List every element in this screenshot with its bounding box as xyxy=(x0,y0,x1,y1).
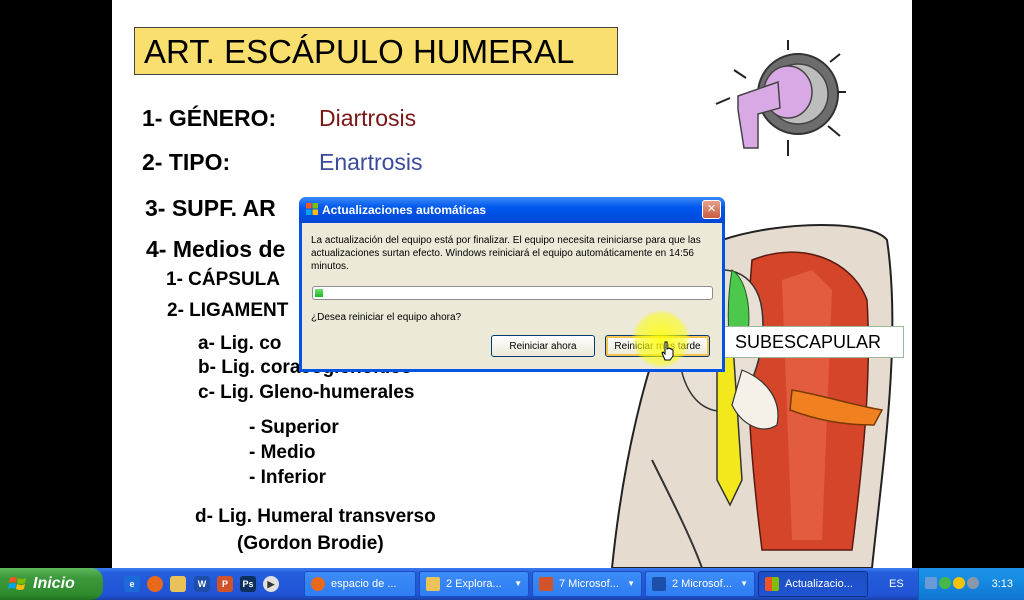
windows-update-icon xyxy=(765,577,779,591)
folder-icon xyxy=(426,577,440,591)
chevron-down-icon: ▼ xyxy=(627,579,635,588)
restart-later-button[interactable]: Reiniciar más tarde xyxy=(605,335,710,357)
photoshop-icon[interactable]: Ps xyxy=(240,576,256,592)
task-explorer[interactable]: 2 Explora... ▼ xyxy=(419,571,529,597)
task-word[interactable]: 2 Microsof... ▼ xyxy=(645,571,755,597)
inferior-label: - Inferior xyxy=(249,467,327,488)
dialog-title: Actualizaciones automáticas xyxy=(322,203,487,217)
clock: 3:13 xyxy=(991,578,1013,590)
firefox-icon xyxy=(311,577,325,591)
task-label: 2 Microsof... xyxy=(672,578,732,590)
tipo-label: 2- TIPO: xyxy=(142,149,231,175)
powerpoint-icon[interactable]: P xyxy=(217,576,233,592)
slide-title: ART. ESCÁPULO HUMERAL xyxy=(134,27,618,75)
task-firefox[interactable]: espacio de ... xyxy=(304,571,416,597)
word-icon[interactable]: W xyxy=(194,576,210,592)
ie-icon[interactable]: e xyxy=(124,576,140,592)
medio-label: - Medio xyxy=(249,442,316,463)
system-tray: 3:13 xyxy=(918,568,1024,600)
task-label: Actualizacio... xyxy=(785,578,853,590)
dialog-body: La actualización del equipo está por fin… xyxy=(302,223,722,369)
powerpoint-icon xyxy=(539,577,553,591)
windows-update-icon xyxy=(306,203,318,215)
antivirus-icon[interactable] xyxy=(939,577,951,589)
superficies-label: 3- SUPF. AR xyxy=(145,195,276,221)
start-label: Inicio xyxy=(33,575,75,592)
joint-diagram xyxy=(715,40,846,156)
subescapular-label: SUBESCAPULAR xyxy=(724,326,904,358)
dialog-message: La actualización del equipo está por fin… xyxy=(311,235,701,272)
hand-cursor-icon xyxy=(661,341,674,361)
task-label: 2 Explora... xyxy=(446,578,502,590)
progress-fill xyxy=(315,289,323,297)
taskbar: Inicio e W P Ps ▶ espacio de ... 2 Explo… xyxy=(0,568,1024,600)
dialog-titlebar[interactable]: Actualizaciones automáticas × xyxy=(299,197,725,223)
lig-d-label: d- Lig. Humeral transverso xyxy=(195,506,436,527)
speaker-icon[interactable] xyxy=(967,577,979,589)
windows-logo-icon xyxy=(8,577,26,590)
restart-now-button[interactable]: Reiniciar ahora xyxy=(491,335,595,357)
capsula-label: 1- CÁPSULA xyxy=(166,269,281,290)
language-indicator[interactable]: ES xyxy=(889,578,904,590)
ligamentos-label: 2- LIGAMENT xyxy=(167,300,289,321)
gordon-label: (Gordon Brodie) xyxy=(237,533,384,554)
chevron-down-icon: ▼ xyxy=(514,579,522,588)
genero-label: 1- GÉNERO: xyxy=(142,105,277,131)
task-powerpoint[interactable]: 7 Microsof... ▼ xyxy=(532,571,642,597)
network-icon[interactable] xyxy=(925,577,937,589)
firefox-icon[interactable] xyxy=(147,576,163,592)
folder-icon[interactable] xyxy=(170,576,186,592)
tipo-value: Enartrosis xyxy=(319,149,423,175)
word-icon xyxy=(652,577,666,591)
genero-value: Diartrosis xyxy=(319,105,417,131)
task-label: espacio de ... xyxy=(331,578,397,590)
security-shield-icon[interactable] xyxy=(953,577,965,589)
lig-c-label: c- Lig. Gleno-humerales xyxy=(198,382,415,403)
dialog-question: ¿Desea reiniciar el equipo ahora? xyxy=(311,312,462,323)
superior-label: - Superior xyxy=(249,417,339,438)
chevron-down-icon: ▼ xyxy=(740,579,748,588)
task-windows-update[interactable]: Actualizacio... xyxy=(758,571,868,597)
start-button[interactable]: Inicio xyxy=(0,568,103,600)
task-label: 7 Microsof... xyxy=(559,578,619,590)
restart-progress-bar xyxy=(312,286,713,300)
close-button[interactable]: × xyxy=(702,200,721,219)
media-player-icon[interactable]: ▶ xyxy=(263,576,279,592)
medios-label: 4- Medios de xyxy=(146,236,286,262)
lig-a-label: a- Lig. co xyxy=(198,333,282,354)
